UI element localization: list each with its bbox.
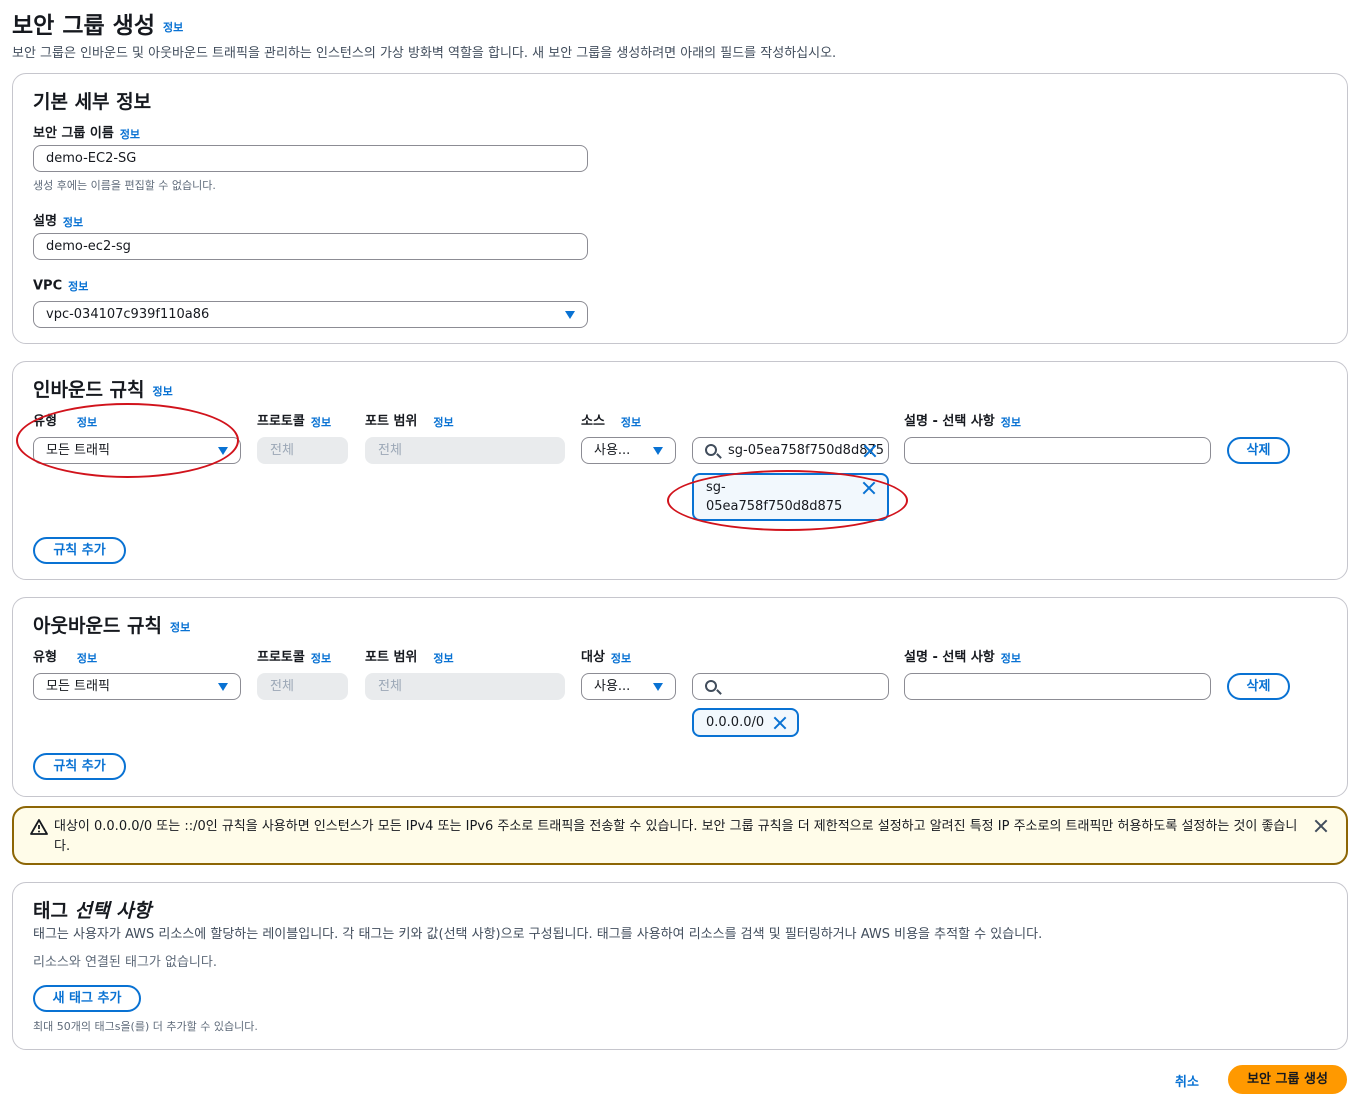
inbound-source-select[interactable]: 사용... (581, 437, 676, 464)
vpc-select-value: vpc-034107c939f110a86 (46, 307, 210, 322)
description-label: 설명 정보 (33, 214, 84, 229)
info-link[interactable]: 정보 (1001, 416, 1021, 429)
annotation-ellipse-token (667, 470, 908, 531)
col-port-label: 포트 범위 정보 (365, 414, 454, 429)
warning-alert-text: 대상이 0.0.0.0/0 또는 ::/0인 규칙을 사용하면 인스턴스가 모든… (54, 819, 1298, 854)
description-input[interactable]: demo-ec2-sg (33, 233, 588, 260)
outbound-desc-input[interactable] (904, 673, 1211, 700)
warning-icon (30, 819, 48, 835)
info-link[interactable]: 정보 (311, 416, 331, 429)
vpc-select[interactable]: vpc-034107c939f110a86 (33, 301, 588, 328)
tags-card: 태그 선택 사항 태그는 사용자가 AWS 리소스에 할당하는 레이블입니다. … (12, 882, 1348, 1050)
col-source-label: 소스 정보 (581, 414, 642, 429)
section-title-tags: 태그 선택 사항 (33, 900, 152, 922)
inbound-source-value: 사용... (594, 443, 631, 458)
col-type-label: 유형 정보 (33, 650, 98, 665)
outbound-rules-card: 아웃바운드 규칙 정보 유형 정보 프로토콜 정보 포트 범위 정보 대상 정보 설명 -… (12, 597, 1348, 797)
outbound-dest-select[interactable]: 사용... (581, 673, 676, 700)
info-link[interactable]: 정보 (63, 216, 83, 229)
cancel-button[interactable]: 취소 (1175, 1071, 1199, 1090)
sg-name-hint: 생성 후에는 이름을 편집할 수 없습니다. (33, 179, 216, 192)
create-security-group-button[interactable]: 보안 그룹 생성 (1228, 1065, 1347, 1094)
outbound-type-select[interactable]: 모든 트래픽 (33, 673, 241, 700)
outbound-delete-button[interactable]: 삭제 (1227, 673, 1290, 700)
info-link[interactable]: 정보 (77, 652, 97, 665)
inbound-desc-input[interactable] (904, 437, 1211, 464)
add-tag-button[interactable]: 새 태그 추가 (33, 985, 141, 1012)
info-link[interactable]: 정보 (311, 652, 331, 665)
section-title-basic: 기본 세부 정보 (33, 91, 152, 113)
info-link[interactable]: 정보 (611, 652, 631, 665)
info-link[interactable]: 정보 (1001, 652, 1021, 665)
inbound-rules-card: 인바운드 규칙 정보 유형 정보 프로토콜 정보 포트 범위 정보 소스 정보 설명 - … (12, 361, 1348, 580)
info-link[interactable]: 정보 (170, 621, 190, 634)
tags-limit-hint: 최대 50개의 태그s을(를) 더 추가할 수 있습니다. (33, 1020, 258, 1033)
col-desc-label: 설명 - 선택 사항 정보 (904, 650, 1021, 665)
section-title-outbound: 아웃바운드 규칙 정보 (33, 615, 191, 637)
inbound-source-search[interactable]: sg-05ea758f750d8d875 (692, 437, 889, 464)
section-title-inbound: 인바운드 규칙 정보 (33, 379, 173, 401)
caret-down-icon (565, 311, 575, 319)
remove-token-icon[interactable] (772, 715, 788, 731)
page-title: 보안 그룹 생성 정보 (12, 13, 184, 39)
caret-down-icon (653, 447, 663, 455)
inbound-protocol-input: 전체 (257, 437, 348, 464)
info-link[interactable]: 정보 (433, 416, 453, 429)
outbound-add-rule-button[interactable]: 규칙 추가 (33, 753, 126, 780)
info-link[interactable]: 정보 (68, 280, 88, 293)
outbound-dest-token: 0.0.0.0/0 (692, 708, 799, 737)
inbound-add-rule-button[interactable]: 규칙 추가 (33, 537, 126, 564)
info-link[interactable]: 정보 (163, 21, 183, 34)
token-text: 0.0.0.0/0 (706, 715, 765, 730)
inbound-delete-button[interactable]: 삭제 (1227, 437, 1290, 464)
inbound-source-search-value: sg-05ea758f750d8d875 (728, 443, 885, 458)
outbound-protocol-input: 전체 (257, 673, 348, 700)
inbound-port-input: 전체 (365, 437, 565, 464)
page-description: 보안 그룹은 인바운드 및 아웃바운드 트래픽을 관리하는 인스턴스의 가상 방… (12, 46, 837, 61)
col-protocol-label: 프로토콜 정보 (257, 414, 332, 429)
dismiss-alert-icon[interactable] (1314, 819, 1328, 833)
col-port-label: 포트 범위 정보 (365, 650, 454, 665)
basic-details-card: 기본 세부 정보 보안 그룹 이름 정보 demo-EC2-SG 생성 후에는 이… (12, 73, 1348, 344)
col-protocol-label: 프로토콜 정보 (257, 650, 332, 665)
outbound-port-input: 전체 (365, 673, 565, 700)
warning-alert: 대상이 0.0.0.0/0 또는 ::/0인 규칙을 사용하면 인스턴스가 모든… (12, 806, 1348, 865)
col-desc-label: 설명 - 선택 사항 정보 (904, 414, 1021, 429)
tags-description: 태그는 사용자가 AWS 리소스에 할당하는 레이블입니다. 각 태그는 키와 … (33, 927, 1043, 942)
info-link[interactable]: 정보 (120, 128, 140, 141)
vpc-label: VPC 정보 (33, 278, 89, 294)
info-link[interactable]: 정보 (621, 416, 641, 429)
col-dest-label: 대상 정보 (581, 650, 632, 665)
info-link[interactable]: 정보 (433, 652, 453, 665)
outbound-dest-value: 사용... (594, 679, 631, 694)
outbound-dest-search[interactable] (692, 673, 889, 700)
outbound-type-value: 모든 트래픽 (46, 679, 110, 694)
tags-optional-label: 선택 사항 (74, 900, 152, 922)
info-link[interactable]: 정보 (153, 385, 173, 398)
sg-name-input[interactable]: demo-EC2-SG (33, 145, 588, 172)
search-icon (705, 680, 717, 692)
search-icon (705, 444, 717, 456)
clear-icon[interactable] (862, 443, 878, 459)
caret-down-icon (218, 683, 228, 691)
tags-empty-text: 리소스와 연결된 태그가 없습니다. (33, 955, 217, 970)
caret-down-icon (653, 683, 663, 691)
annotation-ellipse-type (16, 403, 239, 478)
sg-name-label: 보안 그룹 이름 정보 (33, 126, 141, 141)
